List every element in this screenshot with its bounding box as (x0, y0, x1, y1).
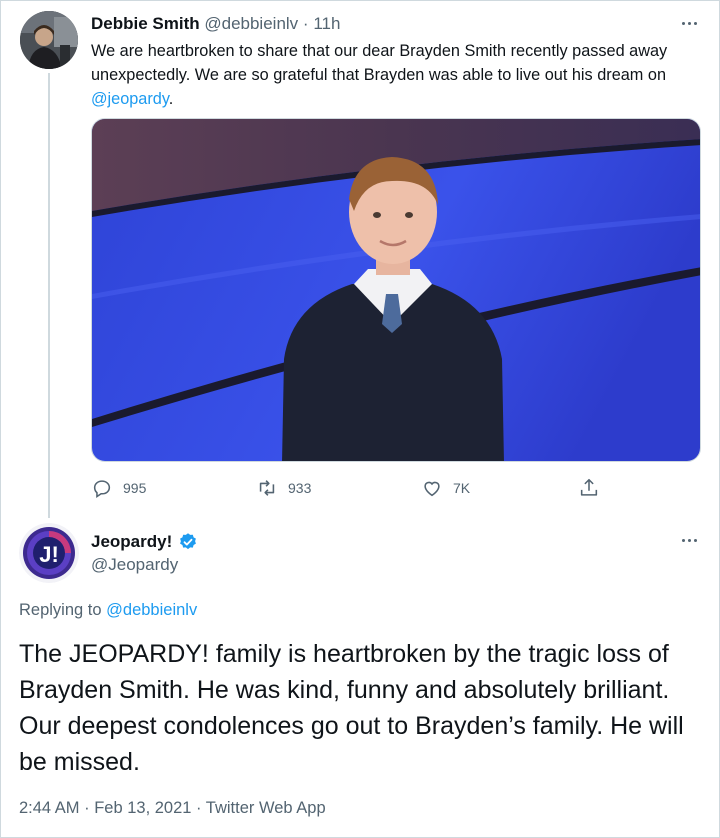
tweet-time[interactable]: 11h (313, 14, 340, 33)
tweet-text-end: . (168, 90, 174, 108)
tweet-thread-container: Debbie Smith @debbieinlv · 11h We are he… (0, 0, 720, 838)
more-icon[interactable] (676, 532, 702, 548)
author-name-row: Jeopardy! (91, 532, 198, 552)
verified-badge-icon (180, 533, 197, 550)
author-avatar[interactable] (20, 11, 78, 69)
thread-connector-line (48, 73, 50, 518)
like-icon (424, 481, 440, 497)
reply-count: 995 (123, 480, 147, 496)
more-icon[interactable] (676, 15, 702, 31)
tweet-header: Debbie Smith @debbieinlv · 11h (91, 13, 340, 35)
avatar-logo-text: J! (39, 542, 59, 567)
tweet-photo[interactable] (91, 118, 701, 462)
retweet-icon (259, 480, 275, 496)
tweet-text-body: We are heartbroken to share that our dea… (91, 42, 668, 84)
author-handle[interactable]: @Jeopardy (91, 555, 178, 575)
tweet-text: We are heartbroken to share that our dea… (91, 39, 696, 111)
tweet-timestamp[interactable]: 2:44 AM · Feb 13, 2021 · Twitter Web App (19, 799, 326, 818)
replying-prefix: Replying to (19, 601, 107, 619)
tweet-actions: 995 933 7K (91, 475, 611, 501)
author-name[interactable]: Jeopardy! (91, 532, 172, 552)
mention-link[interactable]: @jeopardy (91, 90, 169, 108)
like-count: 7K (453, 480, 471, 496)
jeopardy-avatar[interactable]: J! (19, 523, 79, 583)
tweet-text: The JEOPARDY! family is heartbroken by t… (19, 640, 684, 776)
reply-button[interactable]: 995 (91, 475, 146, 501)
share-icon (580, 478, 598, 496)
replying-to-link[interactable]: @debbieinlv (106, 601, 197, 619)
retweet-count: 933 (288, 480, 312, 496)
retweet-button[interactable]: 933 (256, 475, 311, 501)
like-button[interactable]: 7K (421, 475, 470, 501)
replying-to: Replying to @debbieinlv (19, 601, 197, 620)
share-button[interactable] (578, 475, 600, 501)
author-name[interactable]: Debbie Smith (91, 14, 200, 33)
reply-icon (93, 480, 111, 498)
meta-separator: · (302, 14, 309, 33)
author-handle[interactable]: @debbieinlv (204, 14, 298, 33)
